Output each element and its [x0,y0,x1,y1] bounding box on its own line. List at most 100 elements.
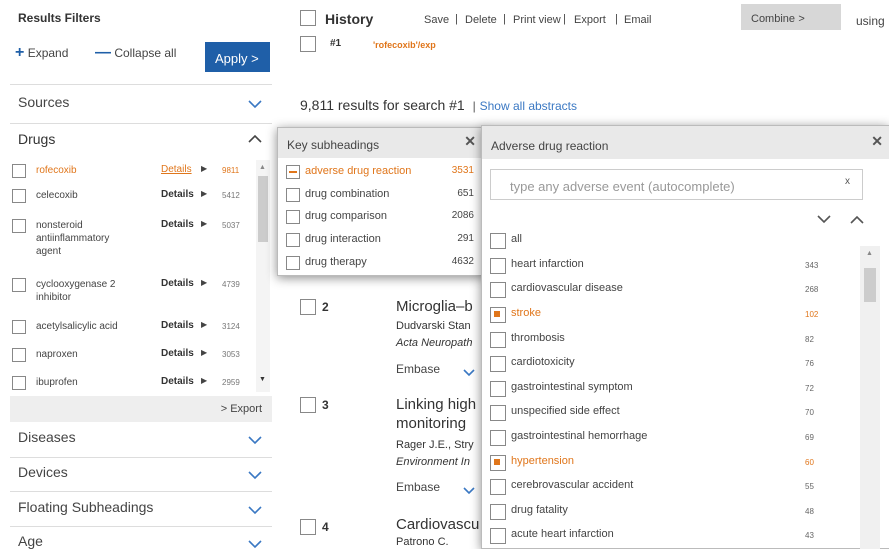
history-title: History [325,11,374,27]
apply-button[interactable]: Apply > [205,42,270,72]
adverse-event-checkbox[interactable] [490,479,506,495]
scroll-up-icon[interactable]: ▲ [866,250,873,257]
chevron-up-icon[interactable] [248,134,262,143]
chevron-down-icon[interactable] [248,100,262,109]
chevron-up-icon[interactable] [850,213,864,227]
adverse-event-checkbox[interactable] [490,258,506,274]
scroll-down-icon[interactable]: ▼ [259,376,266,383]
adverse-event-search-input[interactable]: type any adverse event (autocomplete) x [490,169,863,200]
adverse-event-checkbox[interactable] [490,282,506,298]
section-drugs[interactable]: Drugs [18,131,55,147]
combine-button[interactable]: Combine > [741,4,841,30]
subheading-checkbox[interactable] [286,256,300,270]
close-icon[interactable]: ✕ [464,133,476,150]
section-devices[interactable]: Devices [18,464,68,480]
drug-checkbox[interactable] [12,348,26,362]
chevron-down-icon[interactable] [248,506,262,515]
caret-right-icon: ▶ [201,376,208,385]
adverse-event-checkbox[interactable] [490,381,506,397]
section-floating-subheadings[interactable]: Floating Subheadings [18,499,153,515]
result-title[interactable]: Linking high [396,396,476,413]
drug-checkbox[interactable] [12,320,26,334]
caret-right-icon: ▶ [201,164,208,173]
details-link[interactable]: Details [161,320,194,331]
adverse-event-checkbox[interactable] [490,504,506,520]
save-link[interactable]: Save [424,14,449,26]
caret-right-icon: ▶ [201,219,208,228]
chevron-down-icon[interactable] [463,366,475,380]
scroll-up-icon[interactable]: ▲ [259,164,266,171]
filters-panel: Results Filters + Expand — Collapse all … [0,0,272,549]
history-row-checkbox[interactable] [300,36,316,52]
section-age[interactable]: Age [18,533,43,549]
adverse-event-checkbox[interactable] [490,528,506,544]
adverse-event-checkbox[interactable] [490,307,506,323]
caret-right-icon: ▶ [201,320,208,329]
result-checkbox[interactable] [300,397,316,413]
plus-icon: + [15,44,25,61]
details-link[interactable]: Details [161,219,194,230]
email-link[interactable]: Email [624,14,652,26]
drug-checkbox[interactable] [12,278,26,292]
history-row: #1 'rofecoxib'/exp [300,36,600,54]
section-diseases[interactable]: Diseases [18,429,76,445]
drug-checkbox[interactable] [12,376,26,390]
subheading-checkbox[interactable] [286,165,300,179]
scroll-thumb[interactable] [864,268,876,302]
result-item: 3 Linking high monitoring Rager J.E., St… [300,394,500,499]
drug-checkbox[interactable] [12,164,26,178]
subheading-checkbox[interactable] [286,233,300,247]
result-checkbox[interactable] [300,299,316,315]
export-bar: > Export [10,396,272,422]
chevron-right-icon: > [251,51,259,66]
chevron-down-icon[interactable] [463,484,475,498]
chevron-down-icon[interactable] [248,436,262,445]
export-link[interactable]: Export [574,14,606,26]
adverse-event-checkbox[interactable] [490,430,506,446]
details-link[interactable]: Details [161,164,192,175]
chevron-right-icon: > [220,403,228,415]
minus-icon: — [95,44,111,61]
scroll-thumb[interactable] [258,176,268,242]
print-view-link[interactable]: Print view [513,14,561,26]
subheading-checkbox[interactable] [286,210,300,224]
adverse-event-checkbox[interactable] [490,233,506,249]
export-link[interactable]: > Export [221,403,262,415]
details-link[interactable]: Details [161,376,194,387]
history-checkbox[interactable] [300,10,316,26]
adverse-event-checkbox[interactable] [490,455,506,471]
chevron-down-icon[interactable] [817,213,831,227]
delete-link[interactable]: Delete [465,14,497,26]
section-sources[interactable]: Sources [18,94,69,110]
result-checkbox[interactable] [300,519,316,535]
adverse-event-checkbox[interactable] [490,405,506,421]
details-link[interactable]: Details [161,189,194,200]
adverse-event-checkbox[interactable] [490,356,506,372]
filters-title: Results Filters [18,11,101,25]
chevron-down-icon[interactable] [248,540,262,549]
key-subheadings-popup: Key subheadings ✕ adverse drug reaction … [277,127,485,276]
result-item: 4 Cardiovascu Patrono C. [300,516,500,549]
close-icon[interactable]: ✕ [871,133,883,150]
result-item: 2 Microglia–b Dudvarski Stan Acta Neurop… [300,296,500,386]
adverse-drug-reaction-popup: Adverse drug reaction ✕ type any adverse… [481,125,889,549]
adverse-events-scrollbar[interactable]: ▲ [860,246,880,549]
expand-button[interactable]: + Expand [15,44,68,62]
history-query[interactable]: 'rofecoxib'/exp [373,40,436,50]
drug-checkbox[interactable] [12,189,26,203]
collapse-all-button[interactable]: — Collapse all [95,44,176,62]
clear-icon[interactable]: x [845,176,850,187]
show-all-abstracts-link[interactable]: Show all abstracts [480,99,577,113]
chevron-right-icon: > [798,13,805,25]
subheading-checkbox[interactable] [286,188,300,202]
chevron-down-icon[interactable] [248,471,262,480]
caret-right-icon: ▶ [201,189,208,198]
results-summary: 9,811 results for search #1 | Show all a… [300,97,578,113]
result-title[interactable]: Microglia–b [396,298,473,315]
drug-checkbox[interactable] [12,219,26,233]
details-link[interactable]: Details [161,348,194,359]
details-link[interactable]: Details [161,278,194,289]
drugs-scrollbar[interactable]: ▲ ▼ [256,160,270,392]
adverse-event-checkbox[interactable] [490,332,506,348]
result-title[interactable]: Cardiovascu [396,516,479,533]
